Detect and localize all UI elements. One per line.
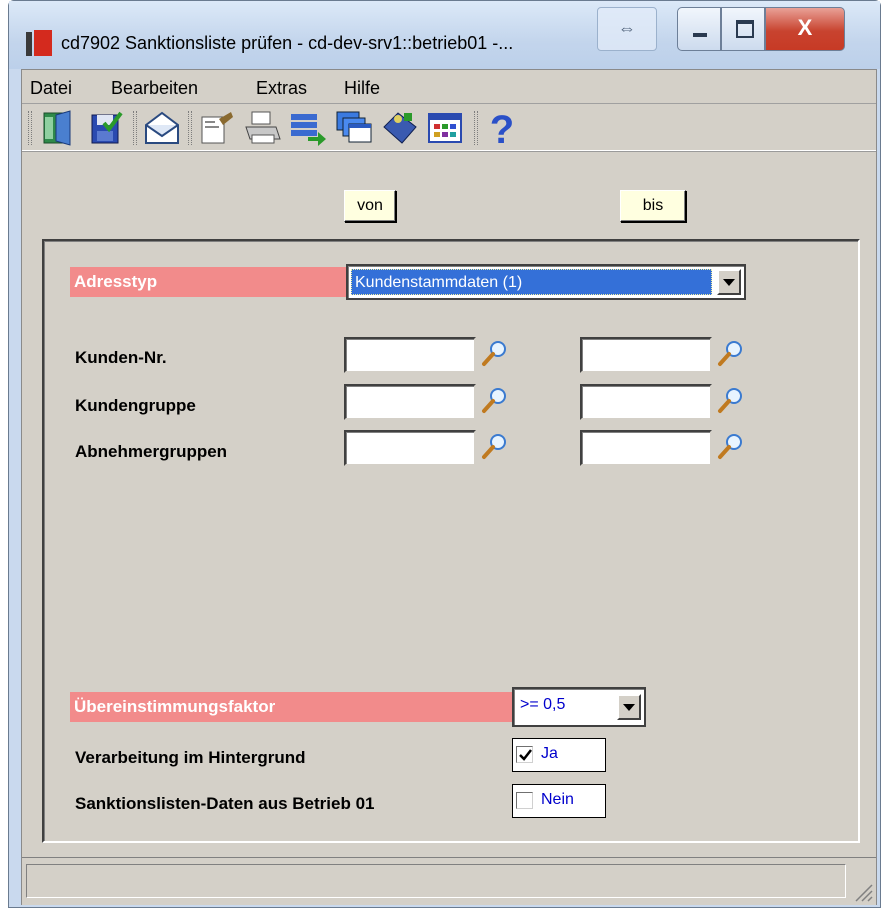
faktor-select[interactable]: >= 0,5 xyxy=(512,687,646,727)
toolbar-separator xyxy=(188,111,192,145)
resize-arrows-icon: ⇔ xyxy=(597,7,657,51)
menu-bar: Datei Bearbeiten Extras Hilfe xyxy=(22,70,876,104)
von-label: von xyxy=(344,190,396,222)
menu-extras[interactable]: Extras xyxy=(256,78,307,99)
toolbar-separator xyxy=(474,111,478,145)
status-text-area xyxy=(26,864,846,898)
app-logo-icon[interactable] xyxy=(26,30,52,56)
betrieb-checkbox[interactable]: Nein xyxy=(512,784,606,818)
abnehmergruppen-from-input[interactable] xyxy=(344,430,476,466)
betrieb-value: Nein xyxy=(541,791,574,808)
menu-datei[interactable]: Datei xyxy=(30,78,72,99)
kunden-nr-from-lookup-icon[interactable] xyxy=(480,338,510,368)
kundengruppe-from-input[interactable] xyxy=(344,384,476,420)
hintergrund-value: Ja xyxy=(541,745,558,762)
mail-icon[interactable] xyxy=(142,109,182,147)
kunden-nr-from-input[interactable] xyxy=(344,337,476,373)
resize-grip-icon[interactable] xyxy=(850,879,874,903)
save-icon[interactable] xyxy=(86,109,126,147)
maximize-button[interactable] xyxy=(721,7,765,51)
adresstyp-value: Kundenstammdaten (1) xyxy=(351,269,712,295)
hintergrund-checkbox[interactable]: Ja xyxy=(512,738,606,772)
edit-properties-icon[interactable] xyxy=(197,109,237,147)
svg-text:?: ? xyxy=(490,109,514,147)
betrieb-label: Sanktionslisten-Daten aus Betrieb 01 xyxy=(75,794,375,813)
abnehmergruppen-from-lookup-icon[interactable] xyxy=(480,431,510,461)
chevron-down-icon[interactable] xyxy=(617,694,641,720)
kundengruppe-from-lookup-icon[interactable] xyxy=(480,385,510,415)
adresstyp-select[interactable]: Kundenstammdaten (1) xyxy=(346,264,746,300)
exit-door-icon[interactable] xyxy=(40,109,80,147)
client-area: Datei Bearbeiten Extras Hilfe ? von bis … xyxy=(21,69,877,905)
menu-bearbeiten[interactable]: Bearbeiten xyxy=(111,78,198,99)
kundengruppe-to-input[interactable] xyxy=(580,384,712,420)
abnehmergruppen-to-lookup-icon[interactable] xyxy=(716,431,746,461)
bis-label: bis xyxy=(620,190,686,222)
tag-icon[interactable] xyxy=(380,109,420,147)
export-list-icon[interactable] xyxy=(288,109,328,147)
kunden-nr-to-lookup-icon[interactable] xyxy=(716,338,746,368)
print-icon[interactable] xyxy=(242,109,282,147)
checkmark-icon xyxy=(519,749,532,761)
windows-icon[interactable] xyxy=(334,109,374,147)
title-bar[interactable]: cd7902 Sanktionsliste prüfen - cd-dev-sr… xyxy=(9,1,880,69)
kundengruppe-to-lookup-icon[interactable] xyxy=(716,385,746,415)
app-window: cd7902 Sanktionsliste prüfen - cd-dev-sr… xyxy=(8,0,881,908)
toolbar-separator xyxy=(133,111,137,145)
minimize-button[interactable] xyxy=(677,7,721,51)
abnehmergruppen-label: Abnehmergruppen xyxy=(75,442,228,461)
kunden-nr-to-input[interactable] xyxy=(580,337,712,373)
help-icon[interactable]: ? xyxy=(482,108,522,152)
checkbox-box[interactable] xyxy=(516,792,533,809)
window-title: cd7902 Sanktionsliste prüfen - cd-dev-sr… xyxy=(61,33,514,53)
chevron-down-icon[interactable] xyxy=(717,269,741,295)
checkbox-box[interactable] xyxy=(516,746,533,763)
status-bar xyxy=(22,857,876,905)
faktor-label: Übereinstimmungsfaktor xyxy=(70,692,512,722)
toolbar: ? xyxy=(22,105,876,152)
kundengruppe-label: Kundengruppe xyxy=(75,396,196,415)
hintergrund-label: Verarbeitung im Hintergrund xyxy=(75,748,306,767)
faktor-value: >= 0,5 xyxy=(520,696,566,713)
abnehmergruppen-to-input[interactable] xyxy=(580,430,712,466)
close-button[interactable]: X xyxy=(765,7,845,51)
adresstyp-label: Adresstyp xyxy=(70,267,346,297)
table-grid-icon[interactable] xyxy=(426,109,466,147)
kunden-nr-label: Kunden-Nr. xyxy=(75,348,167,367)
menu-hilfe[interactable]: Hilfe xyxy=(344,78,380,99)
toolbar-separator xyxy=(28,111,32,145)
